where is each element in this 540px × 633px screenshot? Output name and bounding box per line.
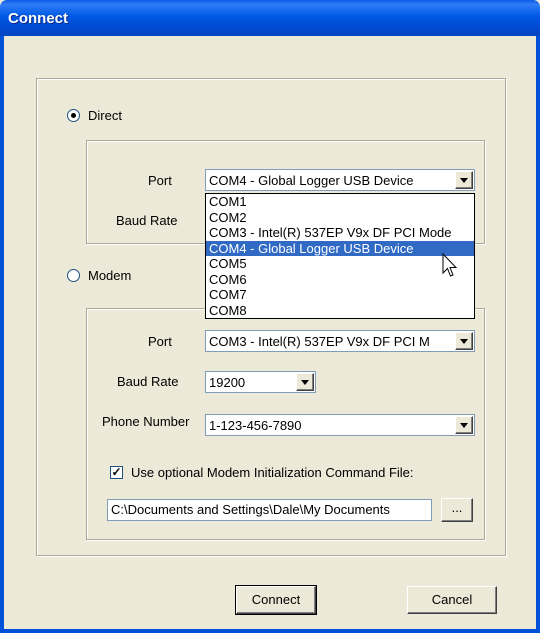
dropdown-option[interactable]: COM8 [206,303,474,319]
modem-label: Modem [88,268,132,283]
modem-baud-label: Baud Rate [117,374,179,389]
phone-number-label: Phone Number [102,414,190,429]
cancel-button[interactable]: Cancel [407,586,497,614]
modem-port-label: Port [148,334,172,349]
window-title: Connect [8,10,68,27]
chevron-down-icon [301,379,309,385]
direct-port-select[interactable]: COM4 - Global Logger USB Device [205,169,475,191]
phone-number-select[interactable]: 1-123-456-7890 [205,414,475,436]
direct-port-label: Port [148,173,172,188]
connect-button[interactable]: Connect [235,585,317,615]
window-frame-bottom [0,629,540,633]
dropdown-option-selected[interactable]: COM4 - Global Logger USB Device [206,240,474,256]
dropdown-option[interactable]: COM7 [206,287,474,303]
init-file-checkbox[interactable]: ✓ [110,466,123,479]
modem-radio-option[interactable]: Modem [67,268,131,283]
dropdown-option[interactable]: COM1 [206,194,474,210]
chevron-down-icon [460,338,468,344]
modem-port-select[interactable]: COM3 - Intel(R) 537EP V9x DF PCI M [205,330,475,352]
direct-label: Direct [88,108,122,123]
direct-baud-label: Baud Rate [116,213,178,228]
window-frame-left [0,36,4,633]
dropdown-option[interactable]: COM2 [206,210,474,226]
dropdown-option[interactable]: COM6 [206,272,474,288]
mouse-cursor-icon [442,253,458,277]
dropdown-option[interactable]: COM5 [206,256,474,272]
port-dropdown-list[interactable]: COM1 COM2 COM3 - Intel(R) 537EP V9x DF P… [205,193,475,319]
phone-number-dropdown-button[interactable] [455,416,473,434]
dropdown-option[interactable]: COM3 - Intel(R) 537EP V9x DF PCI Mode [206,225,474,241]
direct-radio-option[interactable]: Direct [67,108,122,123]
phone-number-value: 1-123-456-7890 [209,417,302,433]
modem-baud-select[interactable]: 19200 [205,371,316,393]
modem-radio[interactable] [67,269,80,282]
title-bar[interactable]: Connect [0,0,540,36]
modem-baud-value: 19200 [209,374,246,390]
window-frame-right [536,36,540,633]
modem-port-dropdown-button[interactable] [455,332,473,350]
direct-port-value: COM4 - Global Logger USB Device [209,172,414,188]
modem-port-value: COM3 - Intel(R) 537EP V9x DF PCI M [209,333,430,349]
browse-button[interactable]: ... [441,498,473,522]
modem-baud-dropdown-button[interactable] [296,373,314,391]
init-file-path-input[interactable]: C:\Documents and Settings\Dale\My Docume… [107,499,432,521]
direct-port-dropdown-button[interactable] [455,171,473,189]
direct-radio[interactable] [67,109,80,122]
chevron-down-icon [460,177,468,183]
chevron-down-icon [460,422,468,428]
init-file-checkbox-label: Use optional Modem Initialization Comman… [131,465,414,480]
